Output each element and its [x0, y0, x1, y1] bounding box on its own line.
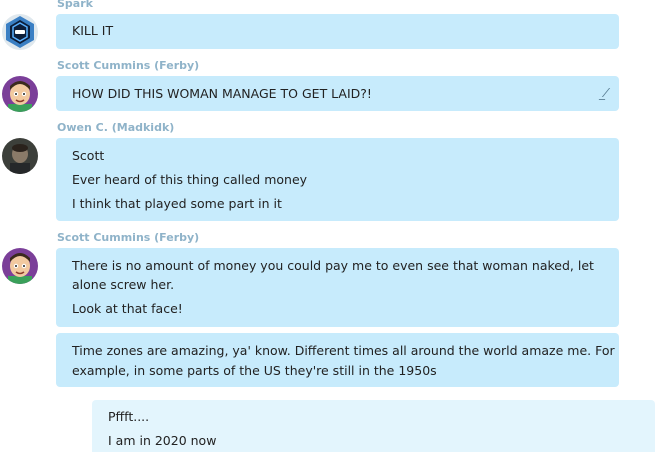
message-text: There is no amount of money you could pa…: [72, 258, 594, 273]
message-bubble[interactable]: HOW DID THIS WOMAN MANAGE TO GET LAID?! …: [56, 76, 619, 111]
cartoon-face-icon[interactable]: [2, 248, 38, 284]
sender-name: Owen C. (Madkidk): [57, 121, 175, 134]
message-text: Time zones are amazing, ya' know. Differ…: [72, 343, 615, 358]
message-bubble[interactable]: KILL IT: [56, 14, 619, 49]
message-text: KILL IT: [72, 23, 114, 38]
message-text: example, in some parts of the US they're…: [72, 363, 437, 378]
hexagon-logo-icon[interactable]: [2, 14, 38, 50]
message-bubble[interactable]: Time zones are amazing, ya' know. Differ…: [56, 333, 619, 387]
message-text: HOW DID THIS WOMAN MANAGE TO GET LAID?!: [72, 86, 372, 101]
message-bubble[interactable]: There is no amount of money you could pa…: [56, 248, 619, 327]
photo-avatar-icon[interactable]: [2, 138, 38, 174]
message-text: Pffft....: [108, 409, 150, 424]
message-text: Scott: [72, 148, 105, 163]
cartoon-face-icon[interactable]: [2, 76, 38, 112]
message-text: Look at that face!: [72, 301, 183, 316]
own-message-bubble[interactable]: Pffft.... I am in 2020 now: [92, 400, 655, 452]
edited-icon[interactable]: _⁄: [599, 86, 607, 100]
sender-name: Scott Cummins (Ferby): [57, 231, 200, 244]
message-bubble[interactable]: Scott Ever heard of this thing called mo…: [56, 138, 619, 221]
sender-name: Spark: [57, 0, 93, 10]
sender-name: Scott Cummins (Ferby): [57, 59, 200, 72]
message-text: Ever heard of this thing called money: [72, 172, 308, 187]
message-text: I think that played some part in it: [72, 196, 282, 211]
message-text: I am in 2020 now: [108, 433, 217, 448]
message-text: alone screw her.: [72, 277, 175, 292]
chat-history: Spark KILL IT Scott Cummins (Ferby) HOW …: [0, 0, 665, 452]
